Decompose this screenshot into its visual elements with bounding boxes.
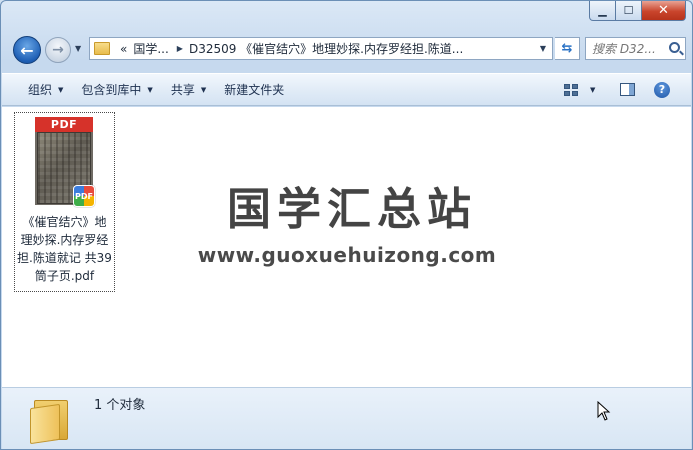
breadcrumb-chevron-icon[interactable]: ▶ — [177, 44, 183, 53]
preview-pane-icon — [620, 83, 635, 96]
view-grid-icon — [564, 83, 578, 96]
file-list[interactable]: PDF PDF 《催官结穴》地理妙探.内存罗经担.陈道就记 共39筒子页.pdf… — [2, 107, 691, 387]
search-icon[interactable] — [669, 42, 680, 53]
file-name-label: 《催官结穴》地理妙探.内存罗经担.陈道就记 共39筒子页.pdf — [17, 215, 112, 283]
recent-pages-dropdown[interactable]: ▼ — [75, 44, 81, 53]
organize-label: 组织 — [28, 83, 53, 97]
refresh-button[interactable]: ⇆ — [555, 37, 580, 60]
arrow-right-icon: → — [52, 42, 64, 58]
include-in-library-button[interactable]: 包含到库中 ▼ — [72, 74, 161, 105]
maximize-button[interactable]: ☐ — [616, 1, 642, 21]
address-bar[interactable]: « 国学... ▶ D32509 《催官结穴》地理妙探.内存罗经担.陈道... … — [89, 37, 553, 60]
new-folder-label: 新建文件夹 — [224, 83, 285, 97]
close-button[interactable]: ✕ — [642, 1, 686, 21]
chevron-down-icon: ▼ — [200, 85, 207, 94]
command-bar: 组织 ▼ 包含到库中 ▼ 共享 ▼ 新建文件夹 ▼ ? — [2, 73, 691, 106]
include-library-label: 包含到库中 — [81, 83, 142, 97]
forward-button[interactable]: → — [45, 37, 71, 63]
arrow-left-icon: ← — [20, 40, 34, 60]
search-box[interactable] — [585, 37, 686, 60]
preview-pane-button[interactable] — [620, 74, 635, 105]
share-button[interactable]: 共享 ▼ — [162, 74, 215, 105]
change-view-button[interactable]: ▼ — [564, 74, 595, 105]
item-count: 1 个对象 — [94, 398, 146, 413]
mouse-cursor-icon — [597, 401, 611, 421]
caption-buttons: ▁ ☐ ✕ — [589, 1, 686, 21]
minimize-button[interactable]: ▁ — [589, 1, 616, 21]
breadcrumb-overflow[interactable]: « — [120, 42, 127, 56]
refresh-icon: ⇆ — [561, 41, 573, 56]
file-item-pdf[interactable]: PDF PDF 《催官结穴》地理妙探.内存罗经担.陈道就记 共39筒子页.pdf — [14, 112, 115, 292]
share-label: 共享 — [170, 83, 195, 97]
explorer-window: ▁ ☐ ✕ ← → ▼ « 国学... ▶ D32509 《催官结穴》地理妙探.… — [0, 0, 693, 450]
chevron-down-icon: ▼ — [147, 85, 153, 94]
folder-icon — [30, 396, 74, 445]
help-button[interactable]: ? — [654, 74, 670, 105]
search-input[interactable] — [592, 41, 672, 56]
chevron-down-icon: ▼ — [590, 85, 596, 94]
watermark-url: www.guoxuehuizong.com — [197, 243, 497, 267]
chevron-down-icon: ▼ — [58, 85, 64, 94]
watermark-title: 国学汇总站 — [227, 184, 477, 235]
breadcrumb-current-folder[interactable]: D32509 《催官结穴》地理妙探.内存罗经担.陈道... — [189, 40, 463, 57]
new-folder-button[interactable]: 新建文件夹 — [215, 74, 293, 105]
organize-button[interactable]: 组织 ▼ — [19, 74, 72, 105]
details-pane: 1 个对象 — [2, 387, 691, 449]
thumbnail-header: PDF — [35, 117, 93, 132]
folder-icon — [94, 42, 110, 55]
back-button[interactable]: ← — [13, 36, 41, 64]
pdf-file-icon: PDF — [73, 185, 95, 207]
breadcrumb-guoxue[interactable]: 国学... — [133, 40, 168, 57]
address-dropdown[interactable]: ▼ — [540, 44, 546, 53]
help-icon: ? — [654, 81, 670, 98]
address-row: ← → ▼ « 国学... ▶ D32509 《催官结穴》地理妙探.内存罗经担.… — [9, 34, 686, 64]
